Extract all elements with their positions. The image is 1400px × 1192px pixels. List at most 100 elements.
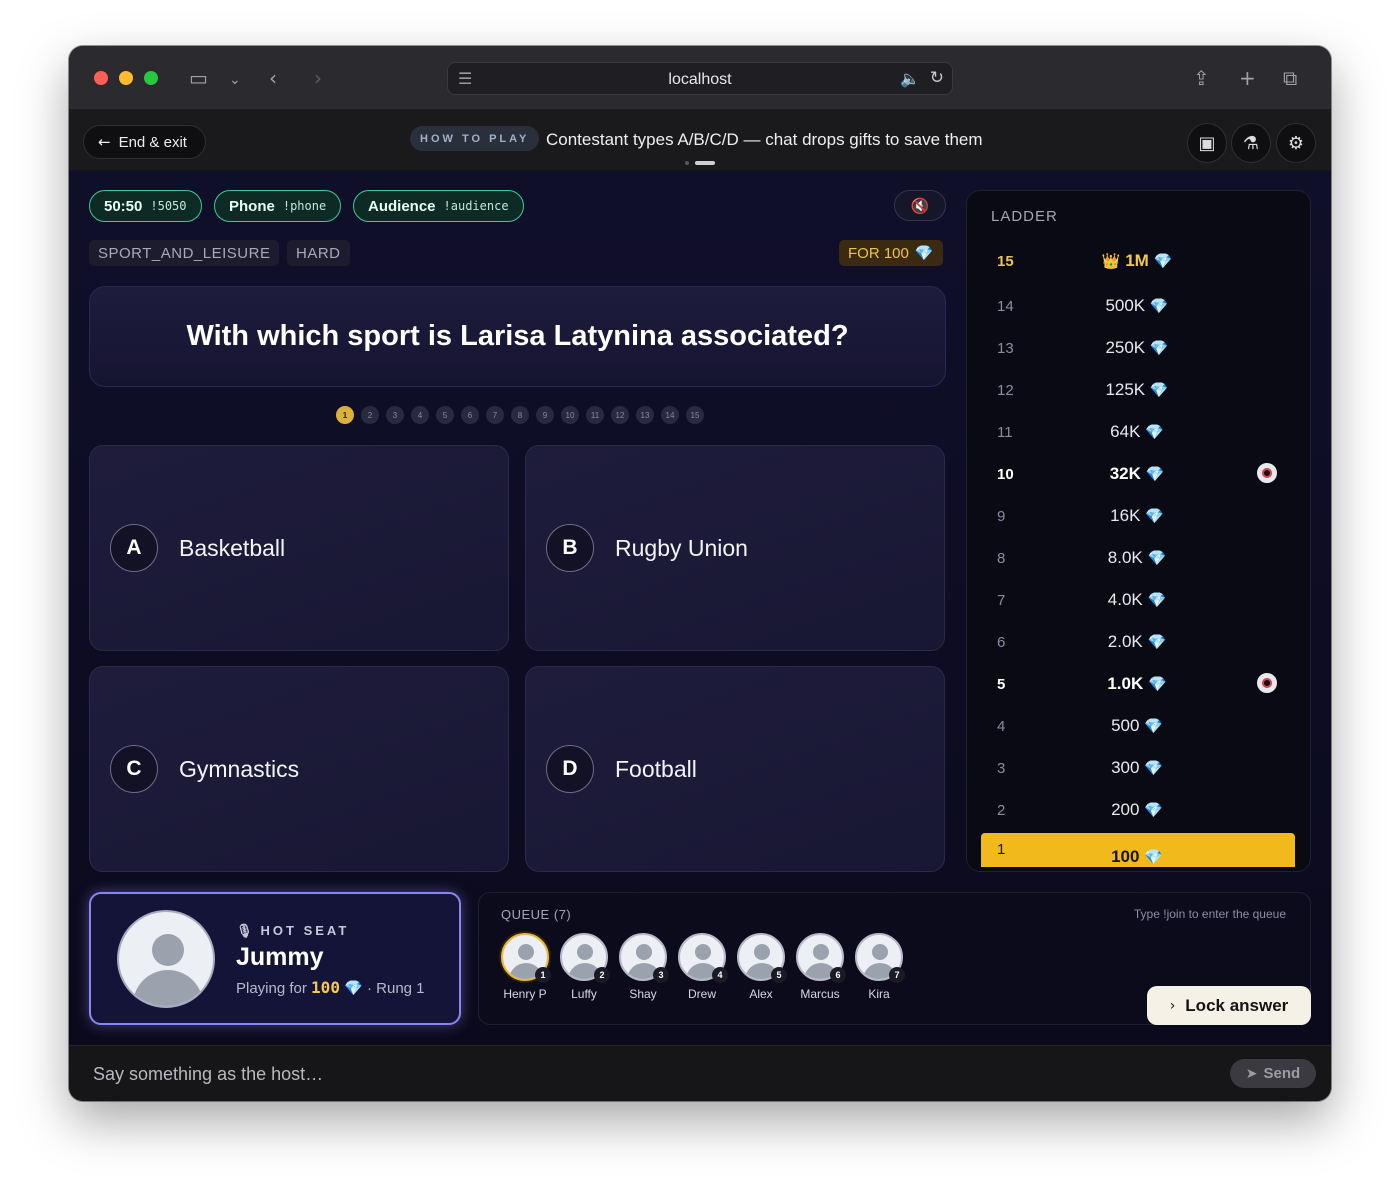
rung-number: 9 xyxy=(997,508,1006,525)
prize-tag: FOR 100 💎 xyxy=(839,240,943,266)
close-window-button[interactable] xyxy=(94,71,108,85)
crown-icon: 👑 xyxy=(1101,252,1121,270)
rung-amount: 300 xyxy=(1111,758,1140,777)
avatar xyxy=(117,910,215,1008)
send-button[interactable]: ➤ Send xyxy=(1230,1059,1316,1088)
rung-number: 4 xyxy=(997,718,1006,735)
queue-position-badge: 6 xyxy=(830,967,846,983)
rung-number: 7 xyxy=(997,592,1006,609)
answer-text: Rugby Union xyxy=(615,535,748,561)
chevron-down-icon[interactable]: ⌄ xyxy=(229,68,241,92)
rung-number: 10 xyxy=(997,466,1014,483)
progress-dot: 5 xyxy=(436,406,454,424)
rung-amount: 64K xyxy=(1110,422,1141,441)
how-to-play-badge: HOW TO PLAY xyxy=(410,126,540,151)
safe-haven-lifebuoy-icon xyxy=(1257,463,1277,483)
app-header: ← End & exit HOW TO PLAY Contestant type… xyxy=(69,110,1331,170)
rung-amount: 32K xyxy=(1109,464,1141,483)
diamond-icon: 💎 xyxy=(1147,675,1167,693)
rung-amount-wrap: 2.0K 💎 xyxy=(1077,632,1197,652)
rung-number: 15 xyxy=(997,253,1014,270)
game-area: 50:50 !5050 Phone !phone Audience !audie… xyxy=(69,170,1331,1045)
lab-button[interactable]: ⚗ xyxy=(1231,123,1271,163)
safe-haven-lifebuoy-icon xyxy=(1257,673,1277,693)
rung-amount: 500K xyxy=(1105,296,1146,315)
diamond-icon: 💎 xyxy=(1153,252,1173,270)
rung-amount: 8.0K xyxy=(1107,548,1143,567)
ladder-rung-4: 4 500 💎 xyxy=(967,710,1310,744)
rung-number: 2 xyxy=(997,802,1006,819)
lifeline-command: !phone xyxy=(282,199,327,213)
rung-amount-wrap: 32K 💎 xyxy=(1077,464,1197,484)
rung-amount: 1.0K xyxy=(1107,674,1144,693)
mute-button[interactable]: 🔇 xyxy=(894,190,946,221)
ladder-rung-6: 6 2.0K 💎 xyxy=(967,626,1310,660)
lifeline-audience[interactable]: Audience !audience xyxy=(353,190,524,222)
rung-number: 1 xyxy=(997,841,1006,858)
diamond-icon: 💎 xyxy=(1145,423,1164,441)
lock-answer-button[interactable]: › Lock answer xyxy=(1147,986,1311,1025)
rung-amount-wrap: 16K 💎 xyxy=(1077,506,1197,526)
forward-arrow-icon[interactable]: › xyxy=(314,66,322,90)
queue-player-name: Kira xyxy=(868,987,890,1001)
address-bar[interactable]: ☰ localhost 🔈 ↻ xyxy=(447,62,953,95)
rung-number: 11 xyxy=(997,424,1013,441)
answer-option-d[interactable]: D Football xyxy=(525,666,945,872)
rung-text: · Rung 1 xyxy=(366,980,425,997)
browser-toolbar: ▭ ⌄ ‹ › ☰ localhost 🔈 ↻ ⇪ + ⧉ xyxy=(69,46,1331,110)
ladder-rung-1-current: 1 100 💎 xyxy=(981,833,1295,867)
diamond-icon: 💎 xyxy=(1145,507,1164,525)
rung-number: 5 xyxy=(997,676,1006,693)
progress-dot: 14 xyxy=(661,406,679,424)
rung-amount: 16K xyxy=(1110,506,1141,525)
tabs-overview-icon[interactable]: ⧉ xyxy=(1283,66,1297,90)
progress-dot: 1 xyxy=(336,406,354,424)
ladder-rung-5: 5 1.0K 💎 xyxy=(967,668,1310,702)
lifeline-phone[interactable]: Phone !phone xyxy=(214,190,342,222)
microphone-icon: 🎙 xyxy=(236,924,253,939)
browser-window: ▭ ⌄ ‹ › ☰ localhost 🔈 ↻ ⇪ + ⧉ ← End & ex… xyxy=(69,46,1331,1101)
rung-amount-wrap: 4.0K 💎 xyxy=(1077,590,1197,610)
share-icon[interactable]: ⇪ xyxy=(1193,66,1210,90)
ladder-rung-15: 15 👑 1M 💎 xyxy=(967,245,1310,279)
new-tab-icon[interactable]: + xyxy=(1239,66,1256,90)
rung-amount-wrap: 200 💎 xyxy=(1077,800,1197,820)
rung-number: 13 xyxy=(997,340,1014,357)
question-text: With which sport is Larisa Latynina asso… xyxy=(186,320,849,352)
rung-amount-wrap: 125K 💎 xyxy=(1077,380,1197,400)
sidebar-toggle-icon[interactable]: ▭ xyxy=(189,66,208,90)
maximize-window-button[interactable] xyxy=(144,71,158,85)
diamond-icon: 💎 xyxy=(1144,717,1163,735)
paper-plane-icon: ➤ xyxy=(1245,1065,1258,1082)
host-message-input[interactable]: Say something as the host… xyxy=(93,1064,323,1085)
url-text: localhost xyxy=(668,71,732,88)
rung-amount: 200 xyxy=(1111,800,1140,819)
send-label: Send xyxy=(1263,1065,1301,1082)
ladder-rung-9: 9 16K 💎 xyxy=(967,500,1310,534)
rung-amount: 2.0K xyxy=(1107,632,1143,651)
end-exit-button[interactable]: ← End & exit xyxy=(83,125,206,159)
lifeline-command: !5050 xyxy=(150,199,187,213)
answer-option-a[interactable]: A Basketball xyxy=(89,445,509,651)
reload-icon[interactable]: ↻ xyxy=(930,68,944,88)
answer-option-c[interactable]: C Gymnastics xyxy=(89,666,509,872)
queue-hint: Type !join to enter the queue xyxy=(1133,907,1286,921)
how-to-play-text: Contestant types A/B/C/D — chat drops gi… xyxy=(546,130,983,149)
minimize-window-button[interactable] xyxy=(119,71,133,85)
rung-amount-wrap: 👑 1M 💎 xyxy=(1077,251,1197,271)
present-screen-button[interactable]: ▣ xyxy=(1187,123,1227,163)
rung-number: 8 xyxy=(997,550,1006,567)
speaker-icon[interactable]: 🔈 xyxy=(900,69,920,88)
lifeline-5050[interactable]: 50:50 !5050 xyxy=(89,190,202,222)
rung-amount-wrap: 500 💎 xyxy=(1077,716,1197,736)
queue-title: QUEUE (7) xyxy=(501,907,572,922)
back-arrow-icon[interactable]: ‹ xyxy=(269,66,277,90)
ladder-rung-13: 13 250K 💎 xyxy=(967,332,1310,366)
settings-button[interactable]: ⚙ xyxy=(1276,123,1316,163)
answer-option-b[interactable]: B Rugby Union xyxy=(525,445,945,651)
ladder-rung-7: 7 4.0K 💎 xyxy=(967,584,1310,618)
playing-for-line: Playing for 100 💎 · Rung 1 xyxy=(236,978,425,997)
progress-dot: 9 xyxy=(536,406,554,424)
answer-text: Football xyxy=(615,756,697,782)
rung-amount-wrap: 500K 💎 xyxy=(1077,296,1197,316)
